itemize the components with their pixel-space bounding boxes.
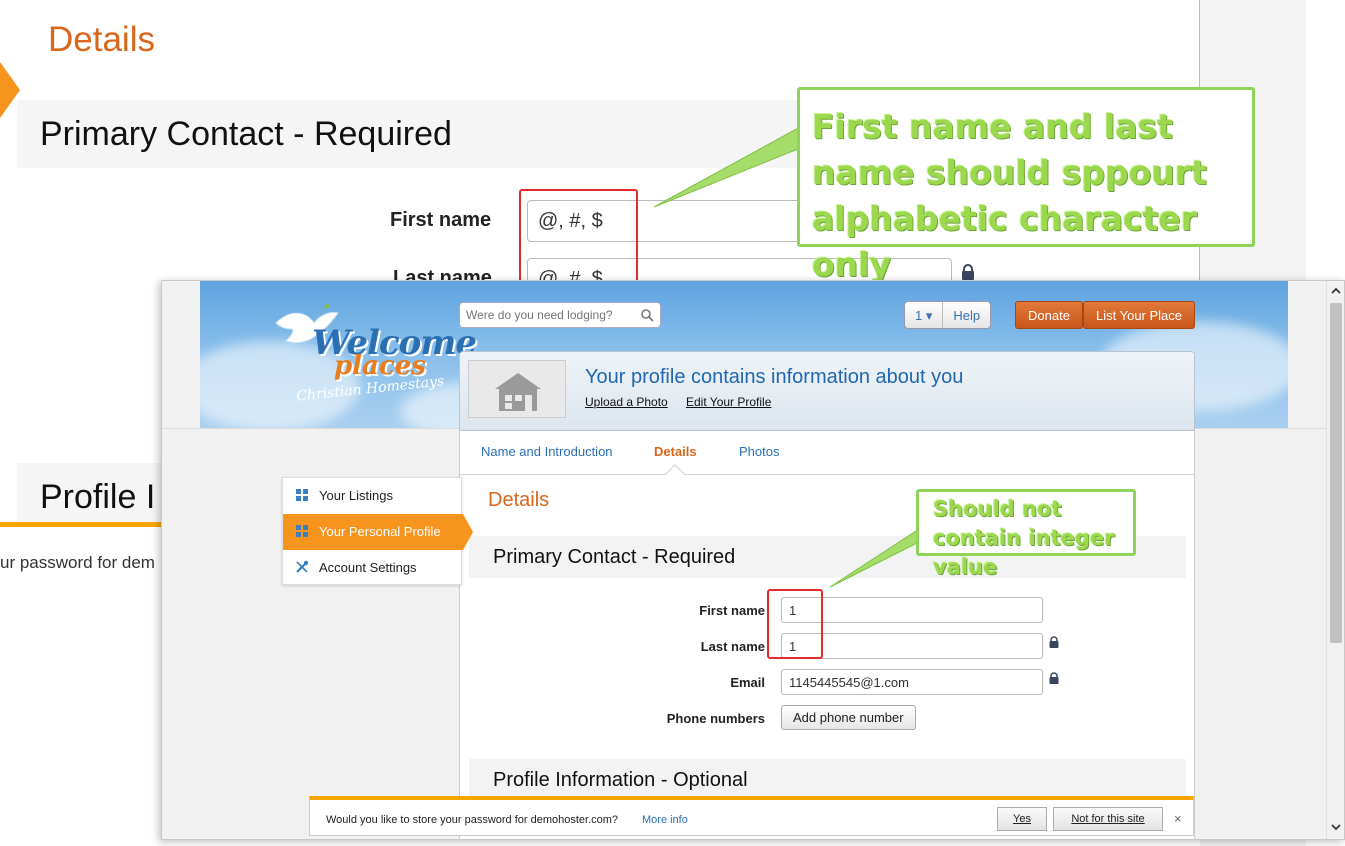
background-section-title: Primary Contact - Required (40, 115, 452, 153)
search-input[interactable] (466, 308, 636, 322)
donate-button[interactable]: Donate (1015, 301, 1083, 329)
grid-icon (296, 525, 308, 537)
site-logo[interactable]: Welcome places Christian Homestays (272, 301, 477, 411)
profile-information-band: Profile Information - Optional (469, 759, 1186, 801)
email-field[interactable]: 1145445545@1.com (781, 669, 1043, 695)
tools-icon (296, 560, 309, 573)
screenshot-composite: Details Primary Contact - Required First… (0, 0, 1345, 846)
edit-profile-link[interactable]: Edit Your Profile (686, 395, 771, 409)
tab-details[interactable]: Details (654, 444, 697, 459)
account-sidebar: Your Listings Your Personal Profile Acco… (282, 477, 473, 586)
sidebar-item-label: Your Personal Profile (319, 524, 441, 539)
active-tab-caret (665, 464, 685, 484)
house-icon (495, 373, 541, 411)
email-label: Email (730, 675, 765, 690)
background-details-title: Details (48, 20, 155, 59)
callout-bottom-text: Should not contain integer value (933, 497, 1115, 579)
lock-icon (1049, 636, 1059, 648)
help-button[interactable]: Help (943, 302, 990, 328)
sidebar-item-label: Account Settings (319, 560, 417, 575)
profile-photo-placeholder[interactable] (468, 360, 566, 418)
background-password-bar-edge (0, 522, 170, 527)
last-name-label: Last name (700, 639, 765, 654)
search-box[interactable] (459, 302, 661, 328)
callout-pointer-top (653, 126, 809, 208)
callout-top-text: First name and last name should sppourt … (812, 107, 1207, 284)
sidebar-item-label: Your Listings (319, 488, 393, 503)
error-highlight-box (767, 589, 823, 659)
profile-information-title: Profile Information - Optional (493, 769, 748, 791)
close-icon[interactable]: × (1174, 811, 1182, 826)
details-heading: Details (488, 489, 550, 511)
save-password-bar: Would you like to store your password fo… (309, 796, 1194, 836)
not-for-this-site-button[interactable]: Not for this site (1053, 807, 1163, 831)
account-dropdown-button[interactable]: 1 ▾ (905, 302, 944, 328)
grid-icon (296, 489, 308, 501)
sidebar-item-account-settings[interactable]: Account Settings (283, 550, 463, 586)
callout-annotation-top: First name and last name should sppourt … (797, 87, 1255, 284)
lock-icon (1049, 672, 1059, 684)
add-phone-number-button[interactable]: Add phone number (781, 705, 916, 730)
more-info-link[interactable]: More info (642, 814, 688, 826)
chevron-down-icon[interactable] (1330, 821, 1342, 833)
first-name-label: First name (699, 603, 765, 618)
callout-pointer-bottom (829, 530, 922, 588)
background-password-text: ur password for dem (0, 553, 155, 572)
primary-contact-title: Primary Contact - Required (493, 546, 736, 568)
save-password-prompt: Would you like to store your password fo… (326, 814, 619, 826)
profile-header: Your profile contains information about … (459, 351, 1195, 431)
background-error-highlight-box (519, 189, 638, 289)
scrollbar-thumb[interactable] (1330, 303, 1342, 643)
list-your-place-button[interactable]: List Your Place (1083, 301, 1196, 329)
active-item-arrow (463, 514, 473, 550)
browser-window: Welcome places Christian Homestays 1 ▾ H… (161, 280, 1345, 840)
background-first-name-label: First name (390, 209, 492, 231)
search-icon[interactable] (640, 308, 654, 322)
background-profile-title: Profile I (40, 478, 156, 516)
tab-photos[interactable]: Photos (739, 444, 779, 459)
profile-tabs: Name and Introduction Details Photos (460, 431, 1194, 484)
upload-photo-link[interactable]: Upload a Photo (585, 395, 668, 409)
vertical-scrollbar[interactable] (1326, 281, 1344, 839)
phone-numbers-label: Phone numbers (666, 711, 765, 726)
sidebar-item-your-listings[interactable]: Your Listings (283, 478, 463, 514)
tab-name-and-introduction[interactable]: Name and Introduction (481, 444, 613, 459)
yes-button[interactable]: Yes (997, 807, 1047, 831)
callout-annotation-bottom: Should not contain integer value (916, 489, 1136, 579)
profile-header-title: Your profile contains information about … (585, 366, 964, 388)
chevron-up-icon[interactable] (1330, 285, 1342, 297)
sidebar-item-your-personal-profile[interactable]: Your Personal Profile (283, 514, 473, 550)
account-help-button-group: 1 ▾ Help (904, 301, 992, 329)
